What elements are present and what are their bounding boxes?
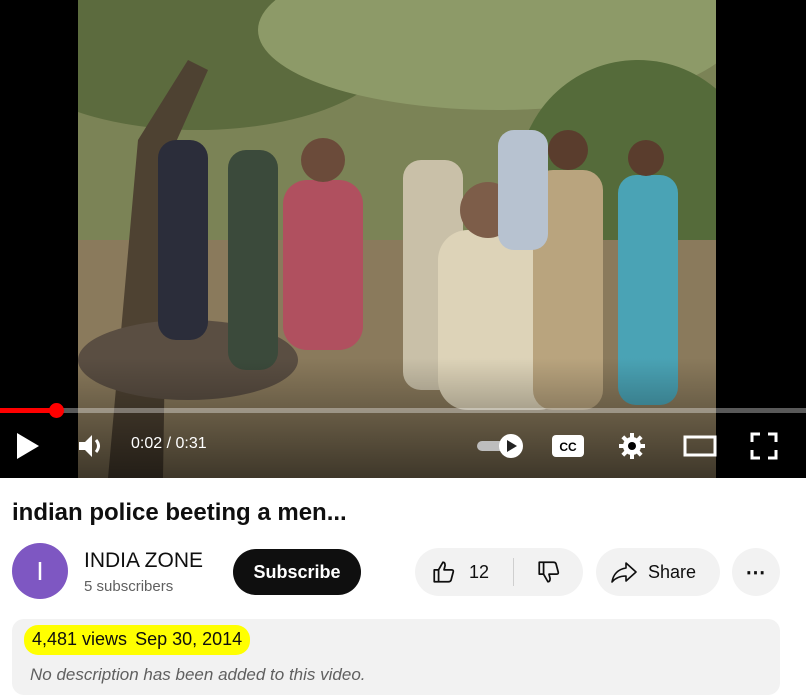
volume-button[interactable] bbox=[72, 426, 112, 466]
autoplay-toggle-icon bbox=[477, 434, 523, 458]
share-button[interactable]: Share bbox=[596, 548, 720, 596]
more-icon: ⋯ bbox=[745, 561, 767, 584]
share-label: Share bbox=[648, 561, 697, 582]
progress-scrubber-handle[interactable] bbox=[49, 403, 64, 418]
video-player[interactable]: 0:02 / 0:31 CC bbox=[0, 0, 806, 478]
play-button[interactable] bbox=[8, 426, 48, 466]
player-controls: 0:02 / 0:31 CC bbox=[0, 420, 806, 472]
theater-mode-icon bbox=[683, 435, 717, 457]
upload-date: Sep 30, 2014 bbox=[135, 629, 243, 649]
svg-text:CC: CC bbox=[559, 440, 577, 454]
description-box[interactable]: 4,481 views Sep 30, 2014 No description h… bbox=[12, 619, 780, 695]
video-title: indian police beeting a men... bbox=[12, 499, 347, 526]
autoplay-toggle[interactable] bbox=[472, 430, 528, 462]
like-count: 12 bbox=[469, 561, 490, 582]
cc-icon: CC bbox=[552, 435, 584, 457]
time-display: 0:02 / 0:31 bbox=[131, 435, 207, 452]
dislike-button[interactable] bbox=[515, 548, 583, 596]
subscriber-count: 5 subscribers bbox=[84, 578, 174, 595]
captions-button[interactable]: CC bbox=[548, 428, 588, 464]
theater-mode-button[interactable] bbox=[678, 428, 722, 464]
like-dislike-group: 12 bbox=[415, 548, 583, 596]
share-arrow-icon bbox=[611, 562, 637, 583]
description-text: No description has been added to this vi… bbox=[30, 665, 366, 684]
progress-bar[interactable] bbox=[0, 403, 806, 418]
settings-button[interactable] bbox=[612, 426, 652, 466]
more-actions-button[interactable]: ⋯ bbox=[732, 548, 780, 596]
fullscreen-button[interactable] bbox=[742, 426, 786, 466]
avatar-letter: I bbox=[36, 555, 44, 586]
progress-fill bbox=[0, 408, 56, 413]
subscribe-button[interactable]: Subscribe bbox=[233, 549, 361, 595]
fullscreen-icon bbox=[750, 432, 778, 460]
play-icon bbox=[17, 433, 39, 459]
channel-avatar[interactable]: I bbox=[12, 543, 68, 599]
view-count: 4,481 views bbox=[32, 629, 128, 649]
thumbs-down-icon bbox=[538, 561, 560, 583]
volume-icon bbox=[79, 435, 100, 457]
view-date-info: 4,481 views Sep 30, 2014 bbox=[24, 625, 251, 655]
video-frame[interactable] bbox=[78, 0, 716, 478]
gear-icon bbox=[619, 433, 645, 459]
thumbs-up-icon bbox=[433, 561, 455, 583]
like-divider bbox=[513, 558, 514, 586]
like-button[interactable]: 12 bbox=[415, 548, 513, 596]
channel-name[interactable]: INDIA ZONE bbox=[84, 549, 203, 573]
